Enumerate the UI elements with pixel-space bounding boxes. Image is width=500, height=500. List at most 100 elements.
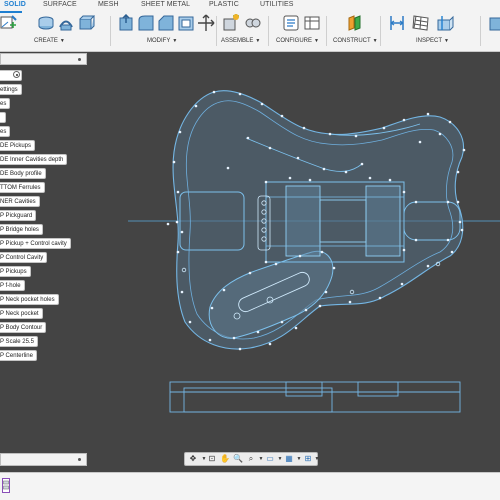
tab-sheet-metal[interactable]: SHEET METAL [141, 1, 190, 8]
new-sketch-icon[interactable] [0, 14, 18, 32]
create-menu[interactable]: CREATE ▼ [34, 38, 65, 44]
browser-item-f-hole[interactable]: P f-hole [0, 280, 25, 291]
canvas-viewport[interactable] [0, 52, 500, 472]
joint-icon[interactable] [244, 14, 262, 32]
toolbar-separator [268, 16, 269, 46]
browser-item-bridge-holes[interactable]: P Bridge holes [0, 224, 43, 235]
browser-item-centerline[interactable]: P Centerline [0, 350, 37, 361]
browser-item-label: P Pickups [0, 269, 27, 275]
browser-item-inner-cavities[interactable]: NER Cavities [0, 196, 40, 207]
active-tab-indicator [0, 11, 22, 13]
toolbar-separator [480, 16, 481, 46]
configure-menu[interactable]: CONFIGURE ▼ [276, 38, 319, 44]
browser-options-icon[interactable] [78, 58, 81, 61]
pickup-cavity [285, 185, 321, 257]
browser-item-label: DE Body profile [0, 171, 42, 177]
pan-icon[interactable]: ✋ [220, 454, 230, 464]
modify-menu[interactable]: MODIFY ▼ [147, 38, 177, 44]
fit-icon[interactable]: ⌕ [246, 454, 256, 464]
browser-item-body-contour[interactable]: P Body Contour [0, 322, 47, 333]
pickup-cavity [365, 185, 401, 257]
caret-down-icon[interactable]: ▼ [312, 454, 322, 464]
browser-item-label: P Pickup + Control cavity [0, 241, 67, 247]
toolbar-separator [110, 16, 111, 46]
browser-item-settings[interactable]: ettings [0, 84, 22, 95]
browser-item-pickup-control-cavity[interactable]: P Pickup + Control cavity [0, 238, 71, 249]
browser-item-label: P Scale 25.5 [0, 339, 34, 345]
new-component-icon[interactable] [222, 14, 240, 32]
browser-item-pickups[interactable]: DE Pickups [0, 140, 36, 151]
comments-options-icon[interactable] [78, 458, 81, 461]
browser-item-label: P Control Cavity [0, 255, 44, 261]
browser-item-scale[interactable]: P Scale 25.5 [0, 336, 38, 347]
browser-item-control-cavity[interactable]: P Control Cavity [0, 252, 48, 263]
browser-panel-header[interactable] [0, 53, 87, 65]
insert-icon[interactable] [488, 14, 500, 32]
browser-item-label: P Neck pocket [0, 311, 39, 317]
ribbon-toolbar: SOLID SURFACE MESH SHEET METAL PLASTIC U… [0, 0, 500, 52]
browser-item[interactable]: es [0, 126, 11, 137]
browser-item-ferrules[interactable]: TTOM Ferrules [0, 182, 45, 193]
navigation-bar: ✥ ▼ ⊡ ✋ 🔍 ⌕ ▼ ▭ ▼ ▦ ▼ ⊞ ▼ [184, 452, 319, 466]
tab-utilities[interactable]: UTILITIES [260, 1, 294, 8]
zebra-analysis-icon[interactable] [412, 14, 430, 32]
assemble-menu[interactable]: ASSEMBLE ▼ [221, 38, 260, 44]
browser-item-label: TTOM Ferrules [0, 185, 41, 191]
timeline-feature-icon[interactable] [2, 478, 10, 493]
grid-icon[interactable]: ▦ [284, 454, 294, 464]
zoom-icon[interactable]: 🔍 [233, 454, 243, 464]
tab-plastic[interactable]: PLASTIC [209, 1, 239, 8]
tab-mesh[interactable]: MESH [98, 1, 119, 8]
browser-item-neck-pocket-holes[interactable]: P Neck pocket holes [0, 294, 59, 305]
toolbar-separator [326, 16, 327, 46]
browser-item-label: P Bridge holes [0, 227, 39, 233]
browser-item-pickups-sketch[interactable]: P Pickups [0, 266, 31, 277]
offset-plane-icon[interactable] [346, 14, 364, 32]
tab-solid[interactable]: SOLID [4, 1, 26, 8]
section-analysis-icon[interactable] [436, 14, 454, 32]
browser-item-label: P Body Contour [0, 325, 43, 331]
browser-item-pickguard[interactable]: P Pickguard [0, 210, 37, 221]
create-menu-label: CREATE [34, 38, 58, 44]
shell-icon[interactable] [177, 14, 195, 32]
browser-item[interactable]: es [0, 98, 11, 109]
orbit-icon[interactable]: ✥ [188, 454, 198, 464]
display-settings-icon[interactable]: ▭ [265, 454, 275, 464]
extrude-icon[interactable] [37, 14, 55, 32]
browser-item-label: es [0, 101, 7, 107]
caret-down-icon: ▼ [444, 38, 449, 44]
box-icon[interactable] [77, 14, 95, 32]
browser-item-body-profile[interactable]: DE Body profile [0, 168, 46, 179]
toolbar-separator [380, 16, 381, 46]
tab-surface[interactable]: SURFACE [43, 1, 77, 8]
revolve-icon[interactable] [57, 14, 75, 32]
browser-item-label: P Pickguard [0, 213, 33, 219]
parameters-icon[interactable] [282, 14, 300, 32]
inspect-menu[interactable]: INSPECT ▼ [416, 38, 449, 44]
chamfer-icon[interactable] [157, 14, 175, 32]
toolbar-separator [216, 16, 217, 46]
fillet-icon[interactable] [137, 14, 155, 32]
active-radio-icon[interactable] [13, 71, 20, 78]
caret-down-icon: ▼ [314, 38, 319, 44]
move-copy-icon[interactable] [197, 14, 215, 32]
browser-item-label: DE Inner Cavities depth [0, 157, 64, 163]
configure-menu-label: CONFIGURE [276, 38, 312, 44]
fusion-app-window: SOLID SURFACE MESH SHEET METAL PLASTIC U… [0, 0, 500, 500]
browser-item-inner-cavities-depth[interactable]: DE Inner Cavities depth [0, 154, 68, 165]
browser-item-label: P f-hole [0, 283, 21, 289]
timeline-bar [0, 472, 500, 500]
construct-menu[interactable]: CONSTRUCT ▼ [333, 38, 378, 44]
press-pull-icon[interactable] [117, 14, 135, 32]
browser-item-label: ettings [0, 87, 18, 93]
browser-item[interactable] [0, 112, 6, 123]
look-at-icon[interactable]: ⊡ [207, 454, 217, 464]
caret-down-icon: ▼ [59, 38, 65, 44]
inspect-menu-label: INSPECT [416, 38, 443, 44]
measure-icon[interactable] [388, 14, 406, 32]
comments-panel-header[interactable] [0, 453, 87, 466]
configurations-icon[interactable] [304, 14, 322, 32]
assemble-menu-label: ASSEMBLE [221, 38, 254, 44]
browser-item-neck-pocket[interactable]: P Neck pocket [0, 308, 43, 319]
browser-item-label: es [0, 129, 7, 135]
